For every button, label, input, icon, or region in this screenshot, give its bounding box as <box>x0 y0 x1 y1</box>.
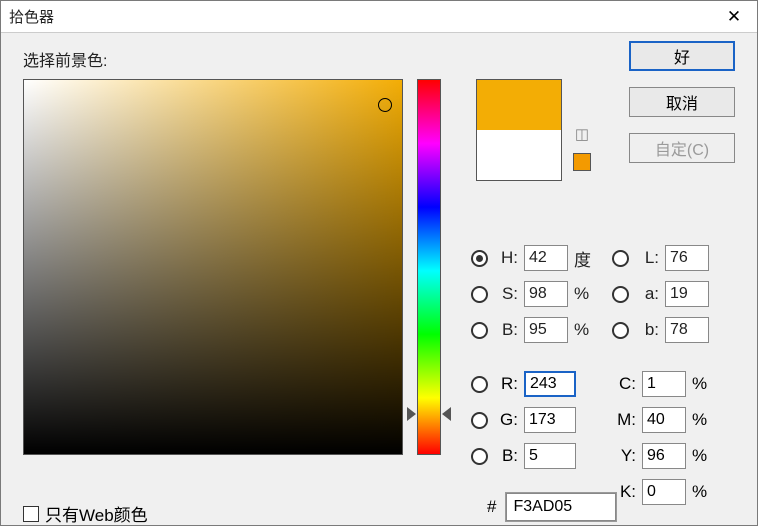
h-input[interactable]: 42 <box>524 245 568 271</box>
hue-arrow-left-icon <box>407 407 416 421</box>
cancel-button[interactable]: 取消 <box>629 87 735 117</box>
r-input[interactable]: 243 <box>524 371 576 397</box>
y-field: Y: 96 % <box>612 443 710 469</box>
saturation-value-field[interactable] <box>23 79 403 455</box>
bhsb-input[interactable]: 95 <box>524 317 568 343</box>
close-icon[interactable]: ✕ <box>711 1 757 32</box>
h-field: H: 42 度 <box>471 245 592 271</box>
web-only-checkbox[interactable] <box>23 506 39 522</box>
hex-input[interactable]: F3AD05 <box>506 493 616 521</box>
bhsb-field: B: 95 % <box>471 317 592 343</box>
titlebar: 拾色器 ✕ <box>1 1 757 33</box>
k-input[interactable]: 0 <box>642 479 686 505</box>
a-input[interactable]: 19 <box>665 281 709 307</box>
h-radio[interactable] <box>471 250 488 267</box>
window-title: 拾色器 <box>1 6 711 27</box>
color-picker-dialog: 拾色器 ✕ 选择前景色: ◫ 好 <box>0 0 758 526</box>
y-input[interactable]: 96 <box>642 443 686 469</box>
l-radio[interactable] <box>612 250 629 267</box>
l-input[interactable]: 76 <box>665 245 709 271</box>
cube-icon[interactable]: ◫ <box>573 125 591 143</box>
c-field: C: 1 % <box>612 371 710 397</box>
ok-button[interactable]: 好 <box>629 41 735 71</box>
websafe-swatch[interactable] <box>573 153 591 171</box>
color-swatches <box>476 79 562 181</box>
blab-input[interactable]: 78 <box>665 317 709 343</box>
blab-radio[interactable] <box>612 322 629 339</box>
blab-field: b: 78 <box>612 317 709 343</box>
sv-cursor-icon <box>378 98 392 112</box>
s-input[interactable]: 98 <box>524 281 568 307</box>
hue-bar[interactable] <box>417 79 441 455</box>
hue-slider[interactable] <box>417 79 441 455</box>
hue-arrow-right-icon <box>442 407 451 421</box>
g-input[interactable]: 173 <box>524 407 576 433</box>
g-radio[interactable] <box>471 412 488 429</box>
g-field: G: 173 <box>471 407 576 433</box>
a-field: a: 19 <box>612 281 709 307</box>
brgb-radio[interactable] <box>471 448 488 465</box>
m-field: M: 40 % <box>612 407 710 433</box>
r-field: R: 243 <box>471 371 576 397</box>
web-only-label: 只有Web颜色 <box>45 501 148 526</box>
bfield-rgb: B: 5 <box>471 443 576 469</box>
m-input[interactable]: 40 <box>642 407 686 433</box>
c-input[interactable]: 1 <box>642 371 686 397</box>
a-radio[interactable] <box>612 286 629 303</box>
r-radio[interactable] <box>471 376 488 393</box>
brgb-input[interactable]: 5 <box>524 443 576 469</box>
l-field: L: 76 <box>612 245 709 271</box>
s-field: S: 98 % <box>471 281 592 307</box>
new-color-swatch[interactable] <box>477 80 561 130</box>
current-color-swatch[interactable] <box>477 130 561 180</box>
k-field: K: 0 % <box>612 479 710 505</box>
custom-button: 自定(C) <box>629 133 735 163</box>
bhsb-radio[interactable] <box>471 322 488 339</box>
s-radio[interactable] <box>471 286 488 303</box>
hex-label: # <box>487 497 496 517</box>
